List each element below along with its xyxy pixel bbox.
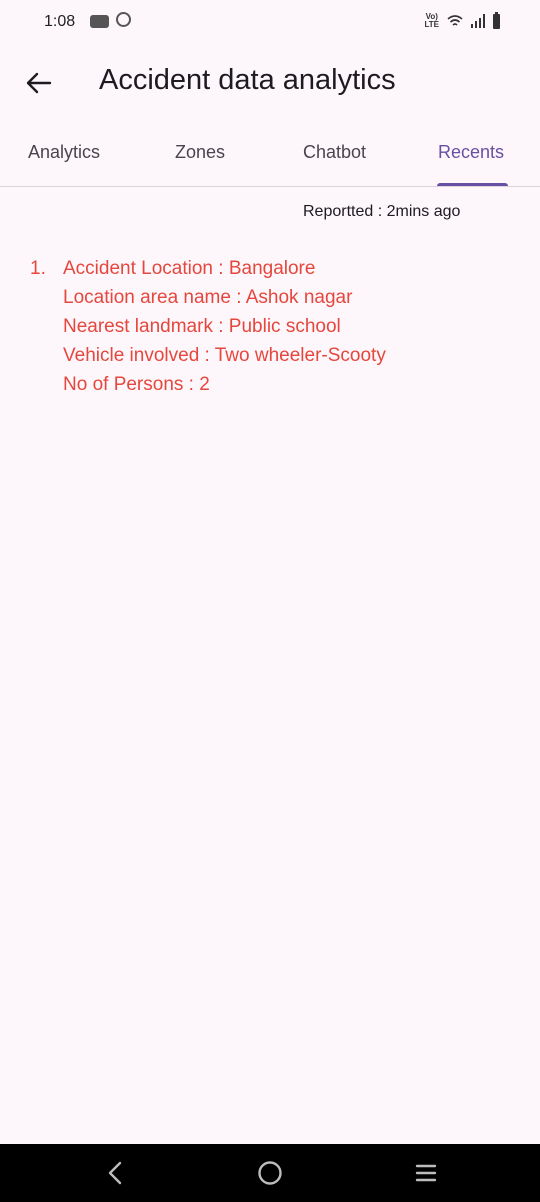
nearest-landmark: Nearest landmark : Public school bbox=[63, 316, 341, 337]
vehicle-involved: Vehicle involved : Two wheeler-Scooty bbox=[63, 345, 386, 366]
tab-chatbot[interactable]: Chatbot bbox=[303, 142, 366, 163]
report-list-item: 1. Accident Location : Bangalore Locatio… bbox=[30, 254, 510, 399]
nav-recents-button[interactable] bbox=[396, 1144, 456, 1202]
nav-home-button[interactable] bbox=[240, 1144, 300, 1202]
report-number: 1. bbox=[30, 258, 46, 279]
wifi-icon bbox=[447, 14, 463, 26]
music-app-icon bbox=[116, 12, 131, 27]
nav-back-button[interactable] bbox=[85, 1144, 145, 1202]
status-icons: Vo) LTE bbox=[424, 11, 500, 31]
volte-icon: Vo) LTE bbox=[424, 12, 439, 29]
location-area-name: Location area name : Ashok nagar bbox=[63, 287, 353, 308]
notification-app-icon bbox=[90, 15, 109, 28]
arrow-left-icon bbox=[26, 72, 52, 94]
status-bar: 1:08 Vo) LTE bbox=[0, 0, 540, 44]
battery-icon bbox=[493, 11, 500, 29]
active-tab-indicator bbox=[437, 183, 508, 186]
app-bar: Accident data analytics bbox=[0, 44, 540, 120]
system-nav-bar bbox=[0, 1144, 540, 1202]
tab-zones[interactable]: Zones bbox=[175, 142, 225, 163]
number-of-persons: No of Persons : 2 bbox=[63, 374, 210, 395]
tab-bar: Analytics Zones Chatbot Recents bbox=[0, 120, 540, 187]
back-button[interactable] bbox=[22, 66, 56, 100]
signal-icon bbox=[471, 14, 485, 28]
back-triangle-icon bbox=[108, 1161, 122, 1185]
home-circle-icon bbox=[258, 1161, 282, 1185]
tab-analytics[interactable]: Analytics bbox=[28, 142, 100, 163]
tab-recents[interactable]: Recents bbox=[438, 142, 504, 163]
accident-location: Accident Location : Bangalore bbox=[63, 258, 316, 279]
status-time: 1:08 bbox=[44, 13, 76, 30]
reported-time: Reportted : 2mins ago bbox=[303, 203, 461, 220]
page-title: Accident data analytics bbox=[99, 64, 396, 96]
recents-menu-icon bbox=[415, 1164, 437, 1182]
